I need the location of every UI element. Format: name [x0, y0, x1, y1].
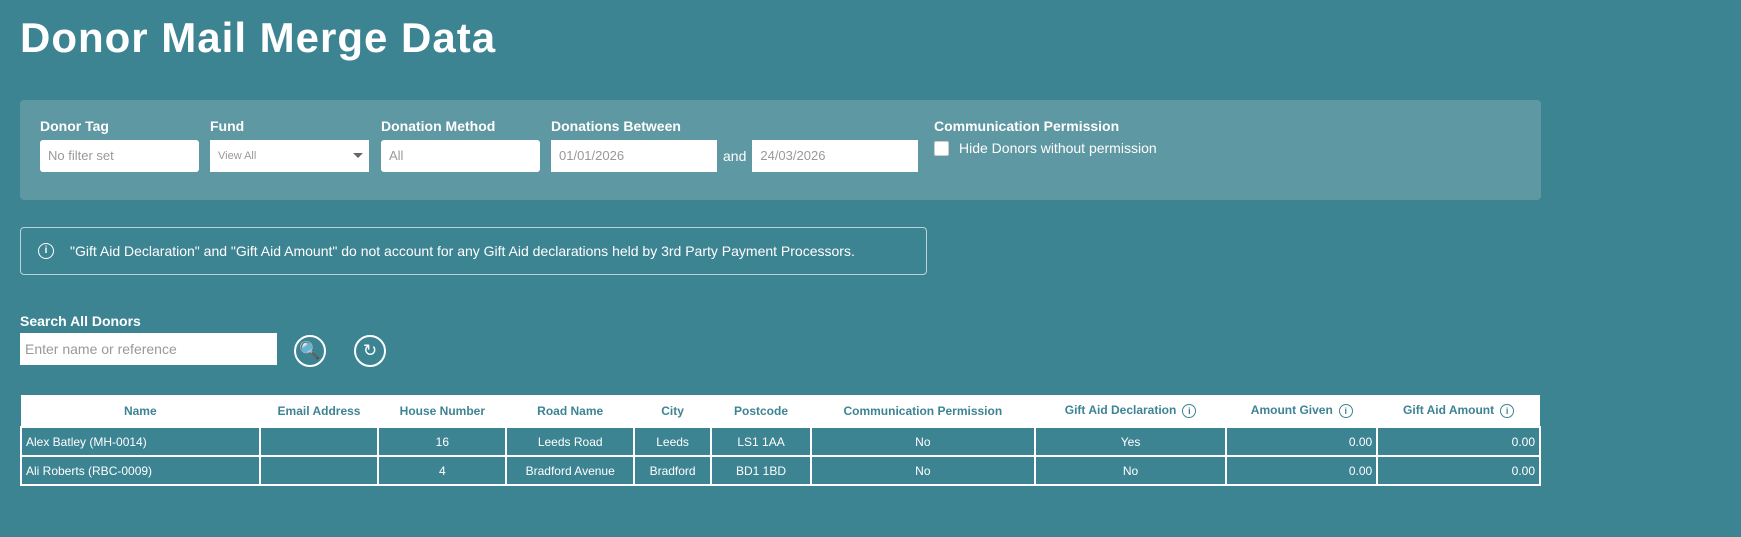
communication-permission-label: Communication Permission	[934, 118, 1120, 134]
filter-panel: Donor Tag No filter set Fund View All Do…	[20, 100, 1541, 200]
search-button[interactable]: 🔍	[294, 335, 326, 367]
cell-house-number: 16	[377, 426, 508, 457]
col-email[interactable]: Email Address	[259, 395, 379, 427]
cell-postcode: LS1 1AA	[710, 426, 812, 457]
col-gift-aid-amount[interactable]: Gift Aid Amount i	[1377, 395, 1540, 427]
cell-city: Bradford	[633, 455, 713, 486]
cell-email	[258, 455, 380, 486]
cell-house-number: 4	[377, 455, 508, 486]
header-label: City	[661, 403, 684, 418]
cell-gift-aid-declaration: No	[1033, 455, 1228, 486]
reset-button[interactable]: ↻	[354, 335, 386, 367]
cell-road-name: Leeds Road	[505, 426, 636, 457]
table-row[interactable]: Ali Roberts (RBC-0009) 4 Bradford Avenue…	[20, 455, 1541, 486]
communication-permission-filter: Communication Permission Hide Donors wit…	[934, 118, 1157, 156]
search-icon: 🔍	[299, 341, 321, 360]
cell-email	[258, 426, 380, 457]
header-label: Road Name	[537, 403, 604, 418]
header-label: Amount Given	[1250, 403, 1333, 418]
cell-communication-permission: No	[809, 455, 1036, 486]
header-label: Postcode	[734, 403, 789, 418]
fund-label: Fund	[210, 118, 245, 134]
cell-gift-aid-declaration: Yes	[1033, 426, 1228, 457]
table-row[interactable]: Alex Batley (MH-0014) 16 Leeds Road Leed…	[20, 426, 1541, 457]
fund-select[interactable]: View All	[210, 140, 369, 172]
cell-name: Alex Batley (MH-0014)	[20, 426, 261, 457]
checkbox-box[interactable]	[934, 140, 949, 156]
page-title: Donor Mail Merge Data	[20, 14, 497, 61]
info-icon[interactable]: i	[1338, 403, 1353, 418]
hide-donors-label: Hide Donors without permission	[959, 140, 1157, 156]
date-to-input[interactable]: 24/03/2026	[752, 140, 919, 172]
cell-road-name: Bradford Avenue	[505, 455, 636, 486]
donations-between-filter: Donations Between 01/01/2026 and 24/03/202…	[551, 118, 919, 172]
search-input[interactable]: Enter name or reference	[20, 333, 277, 365]
col-road-name[interactable]: Road Name	[506, 395, 635, 427]
cell-gift-aid-amount: 0.00	[1376, 426, 1541, 457]
donor-tag-label: Donor Tag	[40, 118, 109, 134]
col-gift-aid-declaration[interactable]: Gift Aid Declaration i	[1034, 395, 1227, 427]
donor-tag-filter: Donor Tag No filter set	[40, 118, 199, 172]
fund-filter: Fund View All	[210, 118, 369, 172]
table-header-row: Name Email Address House Number Road Nam…	[21, 395, 1540, 427]
header-label: Gift Aid Declaration	[1064, 403, 1177, 418]
donor-tag-input[interactable]: No filter set	[40, 140, 199, 172]
col-communication-permission[interactable]: Communication Permission	[810, 395, 1035, 427]
cell-amount-given: 0.00	[1225, 426, 1379, 457]
info-icon[interactable]: i	[1500, 403, 1515, 418]
cell-communication-permission: No	[809, 426, 1036, 457]
donation-method-filter: Donation Method All	[381, 118, 540, 172]
search-label: Search All Donors	[20, 313, 141, 329]
cell-postcode: BD1 1BD	[710, 455, 812, 486]
col-name[interactable]: Name	[21, 395, 260, 427]
header-label: Email Address	[277, 403, 361, 418]
info-icon[interactable]: i	[1182, 403, 1197, 418]
col-house-number[interactable]: House Number	[378, 395, 507, 427]
date-from-input[interactable]: 01/01/2026	[551, 140, 717, 172]
notice-text: "Gift Aid Declaration" and "Gift Aid Amo…	[70, 243, 855, 259]
col-amount-given[interactable]: Amount Given i	[1226, 395, 1378, 427]
refresh-icon: ↻	[362, 341, 378, 360]
col-city[interactable]: City	[634, 395, 712, 427]
cell-amount-given: 0.00	[1225, 455, 1379, 486]
cell-name: Ali Roberts (RBC-0009)	[20, 455, 261, 486]
header-label: Name	[123, 403, 157, 418]
header-label: Gift Aid Amount	[1403, 403, 1495, 418]
hide-donors-checkbox[interactable]: Hide Donors without permission	[934, 140, 1157, 156]
info-icon: i	[38, 243, 54, 259]
gift-aid-notice: i "Gift Aid Declaration" and "Gift Aid A…	[20, 227, 927, 275]
col-postcode[interactable]: Postcode	[711, 395, 811, 427]
cell-gift-aid-amount: 0.00	[1376, 455, 1541, 486]
donation-method-input[interactable]: All	[381, 140, 540, 172]
donor-table: Name Email Address House Number Road Nam…	[20, 395, 1541, 486]
cell-city: Leeds	[633, 426, 713, 457]
header-label: Communication Permission	[843, 403, 1003, 418]
header-label: House Number	[399, 403, 486, 418]
fund-select-value: View All	[218, 150, 257, 162]
donations-between-label: Donations Between	[551, 118, 681, 134]
and-label: and	[723, 148, 747, 164]
chevron-down-icon	[353, 153, 363, 158]
donation-method-label: Donation Method	[381, 118, 496, 134]
